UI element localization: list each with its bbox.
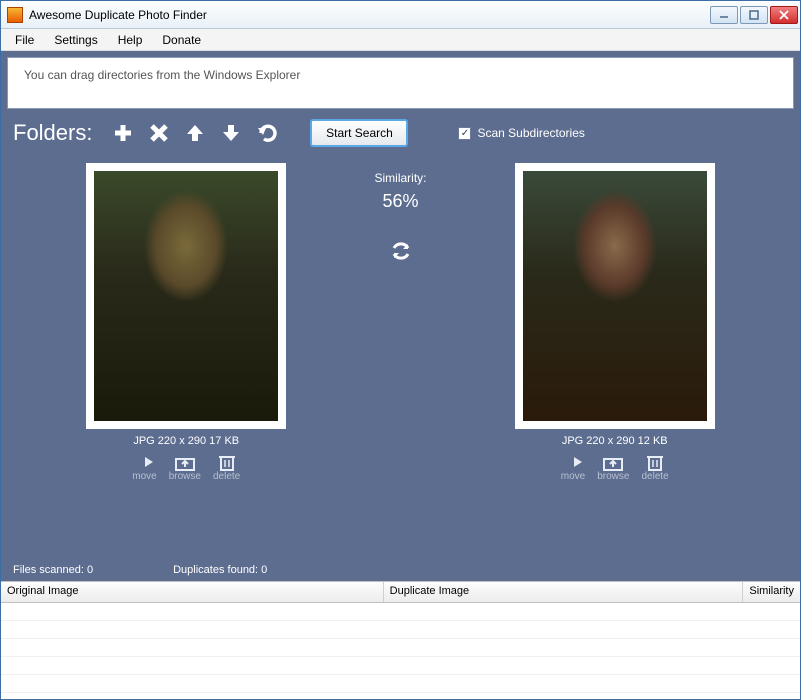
- window-controls: [710, 6, 798, 24]
- right-move-button[interactable]: move: [561, 453, 585, 482]
- table-row: [1, 603, 800, 621]
- move-label: move: [561, 471, 585, 482]
- right-delete-button[interactable]: delete: [641, 453, 668, 482]
- right-image-meta: JPG 220 x 290 12 KB: [562, 435, 668, 447]
- right-image[interactable]: [523, 171, 707, 421]
- scan-subdirs-checkbox[interactable]: ✓ Scan Subdirectories: [458, 126, 584, 140]
- close-icon: [779, 10, 789, 20]
- table-row: [1, 675, 800, 693]
- maximize-icon: [749, 10, 759, 20]
- trash-icon: [644, 453, 666, 471]
- folders-label: Folders:: [13, 120, 92, 146]
- files-scanned-label: Files scanned: 0: [13, 564, 93, 576]
- right-browse-button[interactable]: browse: [597, 453, 629, 482]
- move-label: move: [132, 471, 156, 482]
- menu-donate[interactable]: Donate: [152, 31, 211, 49]
- checkbox-icon: ✓: [458, 127, 471, 140]
- minimize-button[interactable]: [710, 6, 738, 24]
- app-window: Awesome Duplicate Photo Finder File Sett…: [0, 0, 801, 700]
- browse-label: browse: [597, 471, 629, 482]
- left-image-meta: JPG 220 x 290 17 KB: [133, 435, 239, 447]
- folder-drop-panel[interactable]: You can drag directories from the Window…: [7, 57, 794, 109]
- body-area: You can drag directories from the Window…: [1, 51, 800, 559]
- left-browse-button[interactable]: browse: [169, 453, 201, 482]
- menubar: File Settings Help Donate: [1, 29, 800, 51]
- minimize-icon: [719, 10, 729, 20]
- duplicates-found-label: Duplicates found: 0: [173, 564, 267, 576]
- swap-button[interactable]: [388, 238, 414, 267]
- results-header: Original Image Duplicate Image Similarit…: [1, 581, 800, 603]
- window-title: Awesome Duplicate Photo Finder: [29, 8, 710, 22]
- move-up-button[interactable]: [182, 120, 208, 146]
- start-search-button[interactable]: Start Search: [310, 119, 408, 147]
- close-button[interactable]: [770, 6, 798, 24]
- results-body[interactable]: [1, 603, 800, 699]
- col-duplicate[interactable]: Duplicate Image: [384, 582, 744, 602]
- compare-area: JPG 220 x 290 17 KB move browse delete: [7, 157, 794, 553]
- left-image-frame: [86, 163, 286, 429]
- menu-file[interactable]: File: [5, 31, 44, 49]
- titlebar: Awesome Duplicate Photo Finder: [1, 1, 800, 29]
- move-down-button[interactable]: [218, 120, 244, 146]
- arrow-down-icon: [220, 122, 242, 144]
- add-folder-button[interactable]: [110, 120, 136, 146]
- drop-hint-text: You can drag directories from the Window…: [24, 68, 300, 82]
- right-image-frame: [515, 163, 715, 429]
- app-icon: [7, 7, 23, 23]
- col-original[interactable]: Original Image: [1, 582, 384, 602]
- reset-button[interactable]: [254, 120, 280, 146]
- left-delete-button[interactable]: delete: [213, 453, 240, 482]
- maximize-button[interactable]: [740, 6, 768, 24]
- browse-label: browse: [169, 471, 201, 482]
- scan-subdirs-label: Scan Subdirectories: [477, 126, 584, 140]
- similarity-column: Similarity: 56%: [370, 157, 432, 553]
- refresh-icon: [388, 238, 414, 264]
- menu-help[interactable]: Help: [108, 31, 153, 49]
- left-image-panel: JPG 220 x 290 17 KB move browse delete: [7, 157, 366, 553]
- similarity-label: Similarity:: [374, 171, 426, 185]
- trash-icon: [216, 453, 238, 471]
- arrow-up-icon: [184, 122, 206, 144]
- arrow-right-icon: [562, 453, 584, 471]
- x-icon: [148, 122, 170, 144]
- table-row: [1, 657, 800, 675]
- plus-icon: [112, 122, 134, 144]
- menu-settings[interactable]: Settings: [44, 31, 107, 49]
- left-image-actions: move browse delete: [132, 453, 240, 482]
- undo-icon: [256, 122, 278, 144]
- folder-up-icon: [602, 453, 624, 471]
- arrow-right-icon: [133, 453, 155, 471]
- left-move-button[interactable]: move: [132, 453, 156, 482]
- folders-toolbar: Folders: Start Search ✓ Scan Subdirector…: [7, 115, 794, 151]
- similarity-value: 56%: [382, 191, 418, 212]
- remove-folder-button[interactable]: [146, 120, 172, 146]
- table-row: [1, 621, 800, 639]
- left-image[interactable]: [94, 171, 278, 421]
- right-image-panel: JPG 220 x 290 12 KB move browse delete: [436, 157, 795, 553]
- delete-label: delete: [213, 471, 240, 482]
- right-image-actions: move browse delete: [561, 453, 669, 482]
- col-similarity[interactable]: Similarity: [743, 582, 800, 602]
- table-row: [1, 639, 800, 657]
- status-strip: Files scanned: 0 Duplicates found: 0: [1, 559, 800, 581]
- delete-label: delete: [641, 471, 668, 482]
- folder-up-icon: [174, 453, 196, 471]
